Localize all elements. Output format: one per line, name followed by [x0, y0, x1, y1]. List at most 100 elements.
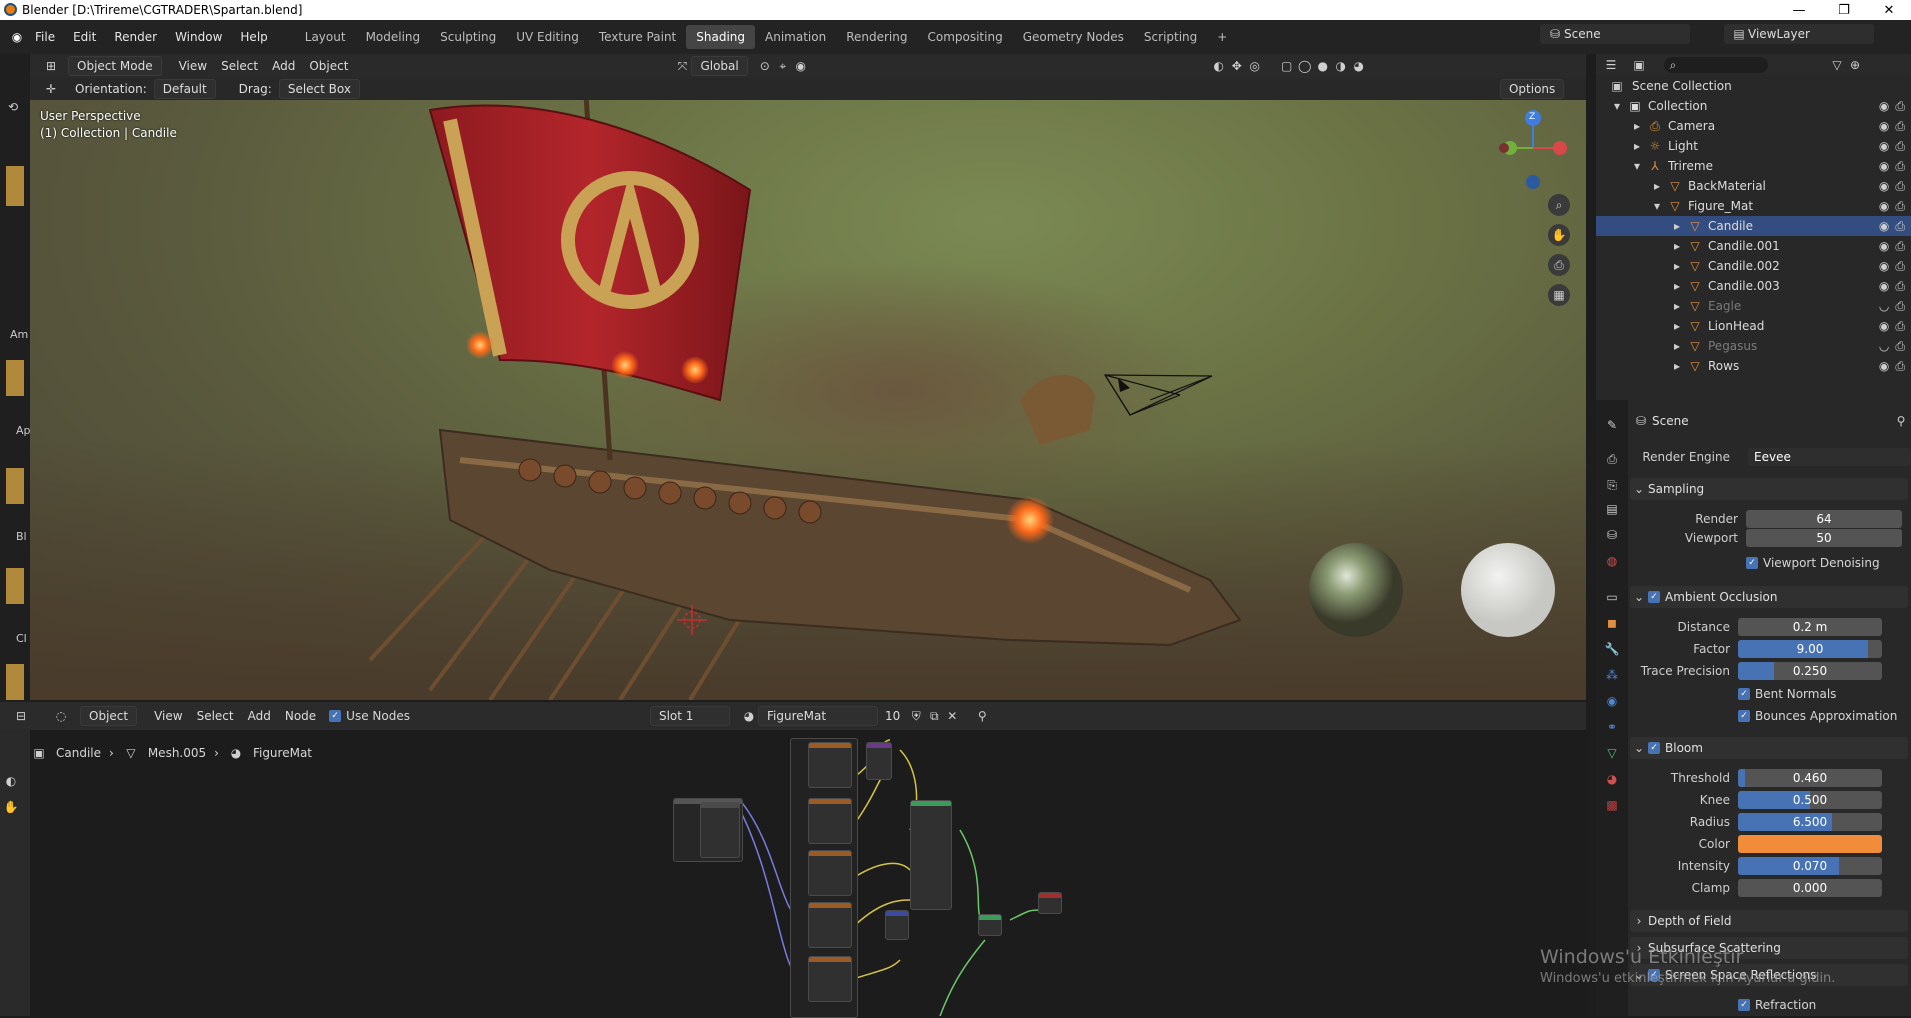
outliner-item-label[interactable]: Rows	[1708, 359, 1739, 373]
use-nodes-checkbox[interactable]: ✓ Use Nodes	[329, 709, 410, 723]
bloom-panel-header[interactable]: ⌄ ✓ Bloom	[1630, 737, 1908, 759]
disclosure-triangle-icon[interactable]: ▸	[1668, 297, 1686, 315]
node-menu-node[interactable]: Node	[278, 707, 323, 725]
overlay-toggle-icon[interactable]: ◎	[1246, 57, 1264, 75]
bent-normals-checkbox[interactable]: ✓ Bent Normals	[1738, 687, 1836, 701]
render-engine-dropdown[interactable]: Eevee	[1748, 448, 1911, 466]
outliner-item-label[interactable]: Eagle	[1708, 299, 1741, 313]
render-samples-field[interactable]: 64	[1746, 510, 1902, 528]
menu-object[interactable]: Object	[302, 57, 355, 75]
outliner-row[interactable]: ▾ ▣ Collection ◉ ⎙	[1596, 96, 1911, 116]
menu-file[interactable]: File	[26, 30, 64, 44]
asset-thumbnail[interactable]	[6, 664, 24, 700]
pin-icon[interactable]: ⚲	[973, 707, 991, 725]
texture-tab-icon[interactable]: ▩	[1603, 796, 1621, 814]
transform-orientation-dropdown[interactable]: Global	[691, 56, 748, 76]
ao-factor-slider[interactable]: 9.00	[1738, 640, 1882, 658]
image-texture-node[interactable]	[808, 850, 852, 896]
tab-compositing[interactable]: Compositing	[917, 25, 1012, 49]
disclosure-triangle-icon[interactable]: ▸	[1668, 337, 1686, 355]
sampling-panel-header[interactable]: ⌄ Sampling	[1630, 478, 1908, 500]
drag-dropdown[interactable]: Select Box	[278, 79, 360, 99]
node-editor-canvas[interactable]: ▣ Candile › ▽ Mesh.005 › ◕ FigureMat ◐ ✋	[0, 730, 1586, 1018]
minimize-button[interactable]: —	[1777, 0, 1821, 20]
tool-tab-icon[interactable]: ✎	[1603, 416, 1621, 434]
ortho-grid-icon[interactable]: ▦	[1548, 284, 1570, 306]
render-camera-icon[interactable]: ⎙	[1895, 139, 1905, 154]
disclosure-triangle-icon[interactable]: ▸	[1628, 137, 1646, 155]
bloom-intensity-slider[interactable]: 0.070	[1738, 857, 1882, 875]
render-camera-icon[interactable]: ⎙	[1895, 99, 1905, 114]
render-camera-icon[interactable]: ⎙	[1895, 359, 1905, 374]
editor-type-icon[interactable]: ⊞	[42, 57, 60, 75]
pan-hand-icon[interactable]: ✋	[2, 798, 20, 816]
modifier-tab-icon[interactable]: 🔧	[1603, 640, 1621, 658]
material-users-count[interactable]: 10	[878, 707, 907, 725]
menu-window[interactable]: Window	[166, 30, 231, 44]
node-object-dropdown[interactable]: Object	[80, 706, 138, 726]
menu-render[interactable]: Render	[105, 30, 166, 44]
tab-geometry-nodes[interactable]: Geometry Nodes	[1013, 25, 1134, 49]
visibility-eye-icon[interactable]: ◉	[1879, 179, 1889, 194]
asset-thumbnail[interactable]	[6, 468, 24, 504]
visibility-icon[interactable]: ◐	[1210, 57, 1228, 75]
outliner-row[interactable]: ▸ ▽ Pegasus ◡ ⎙	[1596, 336, 1911, 356]
mix-shader-node[interactable]	[978, 914, 1002, 936]
outliner-row[interactable]: ▸ ▽ LionHead ◉ ⎙	[1596, 316, 1911, 336]
image-texture-node[interactable]	[808, 798, 852, 844]
gizmo-toggle-icon[interactable]: ✥	[1228, 57, 1246, 75]
scene-selector[interactable]: ⛁ Scene	[1540, 24, 1690, 44]
render-camera-icon[interactable]: ⎙	[1895, 299, 1905, 314]
material-browse-icon[interactable]: ◕	[740, 707, 758, 725]
outliner-item-label[interactable]: LionHead	[1708, 319, 1764, 333]
camera-view-icon[interactable]: ⎙	[1548, 254, 1570, 276]
image-texture-node[interactable]	[808, 902, 852, 948]
tab-uv-editing[interactable]: UV Editing	[506, 25, 589, 49]
tab-animation[interactable]: Animation	[755, 25, 836, 49]
bloom-radius-slider[interactable]: 6.500	[1738, 813, 1882, 831]
node-menu-view[interactable]: View	[147, 707, 189, 725]
disclosure-triangle-icon[interactable]: ▾	[1648, 197, 1666, 215]
visibility-eye-icon[interactable]: ◉	[1879, 279, 1889, 294]
outliner-item-label[interactable]: Collection	[1648, 99, 1707, 113]
fake-user-shield-icon[interactable]: ⛨	[907, 707, 925, 725]
tool-icon[interactable]: ⟲	[4, 98, 22, 116]
wireframe-shading-icon[interactable]: ◯	[1296, 57, 1314, 75]
data-tab-icon[interactable]: ▽	[1603, 744, 1621, 762]
visibility-eye-icon[interactable]: ◉	[1879, 219, 1889, 234]
render-camera-icon[interactable]: ⎙	[1895, 239, 1905, 254]
material-name-field[interactable]: FigureMat	[757, 706, 878, 726]
visibility-eye-icon[interactable]: ◉	[1879, 159, 1889, 174]
outliner-row[interactable]: ▾ ▽ Figure_Mat ◉ ⎙	[1596, 196, 1911, 216]
tab-sculpting[interactable]: Sculpting	[430, 25, 506, 49]
rendered-shading-icon[interactable]: ◕	[1350, 57, 1368, 75]
display-mode-icon[interactable]: ▣	[1630, 56, 1648, 74]
visibility-eye-icon[interactable]: ◉	[1879, 99, 1889, 114]
outliner-row[interactable]: ▸ ⎙ Camera ◉ ⎙	[1596, 116, 1911, 136]
node-editor-type-icon[interactable]: ⊟	[12, 707, 30, 725]
disclosure-triangle-icon[interactable]: ▾	[1608, 97, 1626, 115]
output-tab-icon[interactable]: ⎘	[1603, 476, 1621, 494]
disclosure-triangle-icon[interactable]: ▾	[1628, 157, 1646, 175]
visibility-eye-icon[interactable]: ◉	[1879, 239, 1889, 254]
outliner-item-label[interactable]: Candile.003	[1708, 279, 1780, 293]
bloom-color-swatch[interactable]	[1738, 835, 1882, 853]
outliner-row[interactable]: ▸ ▽ Candile.001 ◉ ⎙	[1596, 236, 1911, 256]
disclosure-triangle-icon[interactable]: ▸	[1668, 357, 1686, 375]
mapping-node[interactable]	[866, 742, 892, 780]
outliner-item-label[interactable]: Figure_Mat	[1688, 199, 1753, 213]
duplicate-material-icon[interactable]: ⧉	[925, 707, 943, 725]
maximize-button[interactable]: ❐	[1822, 0, 1866, 20]
menu-select[interactable]: Select	[214, 57, 265, 75]
outliner-row[interactable]: ▸ ☼ Light ◉ ⎙	[1596, 136, 1911, 156]
visibility-eye-icon[interactable]: ◉	[1879, 119, 1889, 134]
asset-thumbnail[interactable]	[6, 166, 24, 206]
outliner-item-label[interactable]: Camera	[1668, 119, 1715, 133]
visibility-eye-icon[interactable]: ◉	[1879, 199, 1889, 214]
tab-rendering[interactable]: Rendering	[836, 25, 917, 49]
menu-help[interactable]: Help	[231, 30, 276, 44]
outliner-item-label[interactable]: Candile.002	[1708, 259, 1780, 273]
shader-type-icon[interactable]: ◌	[52, 707, 70, 725]
zoom-icon[interactable]: ⌕	[1548, 194, 1570, 216]
xray-icon[interactable]: ▢	[1278, 57, 1296, 75]
